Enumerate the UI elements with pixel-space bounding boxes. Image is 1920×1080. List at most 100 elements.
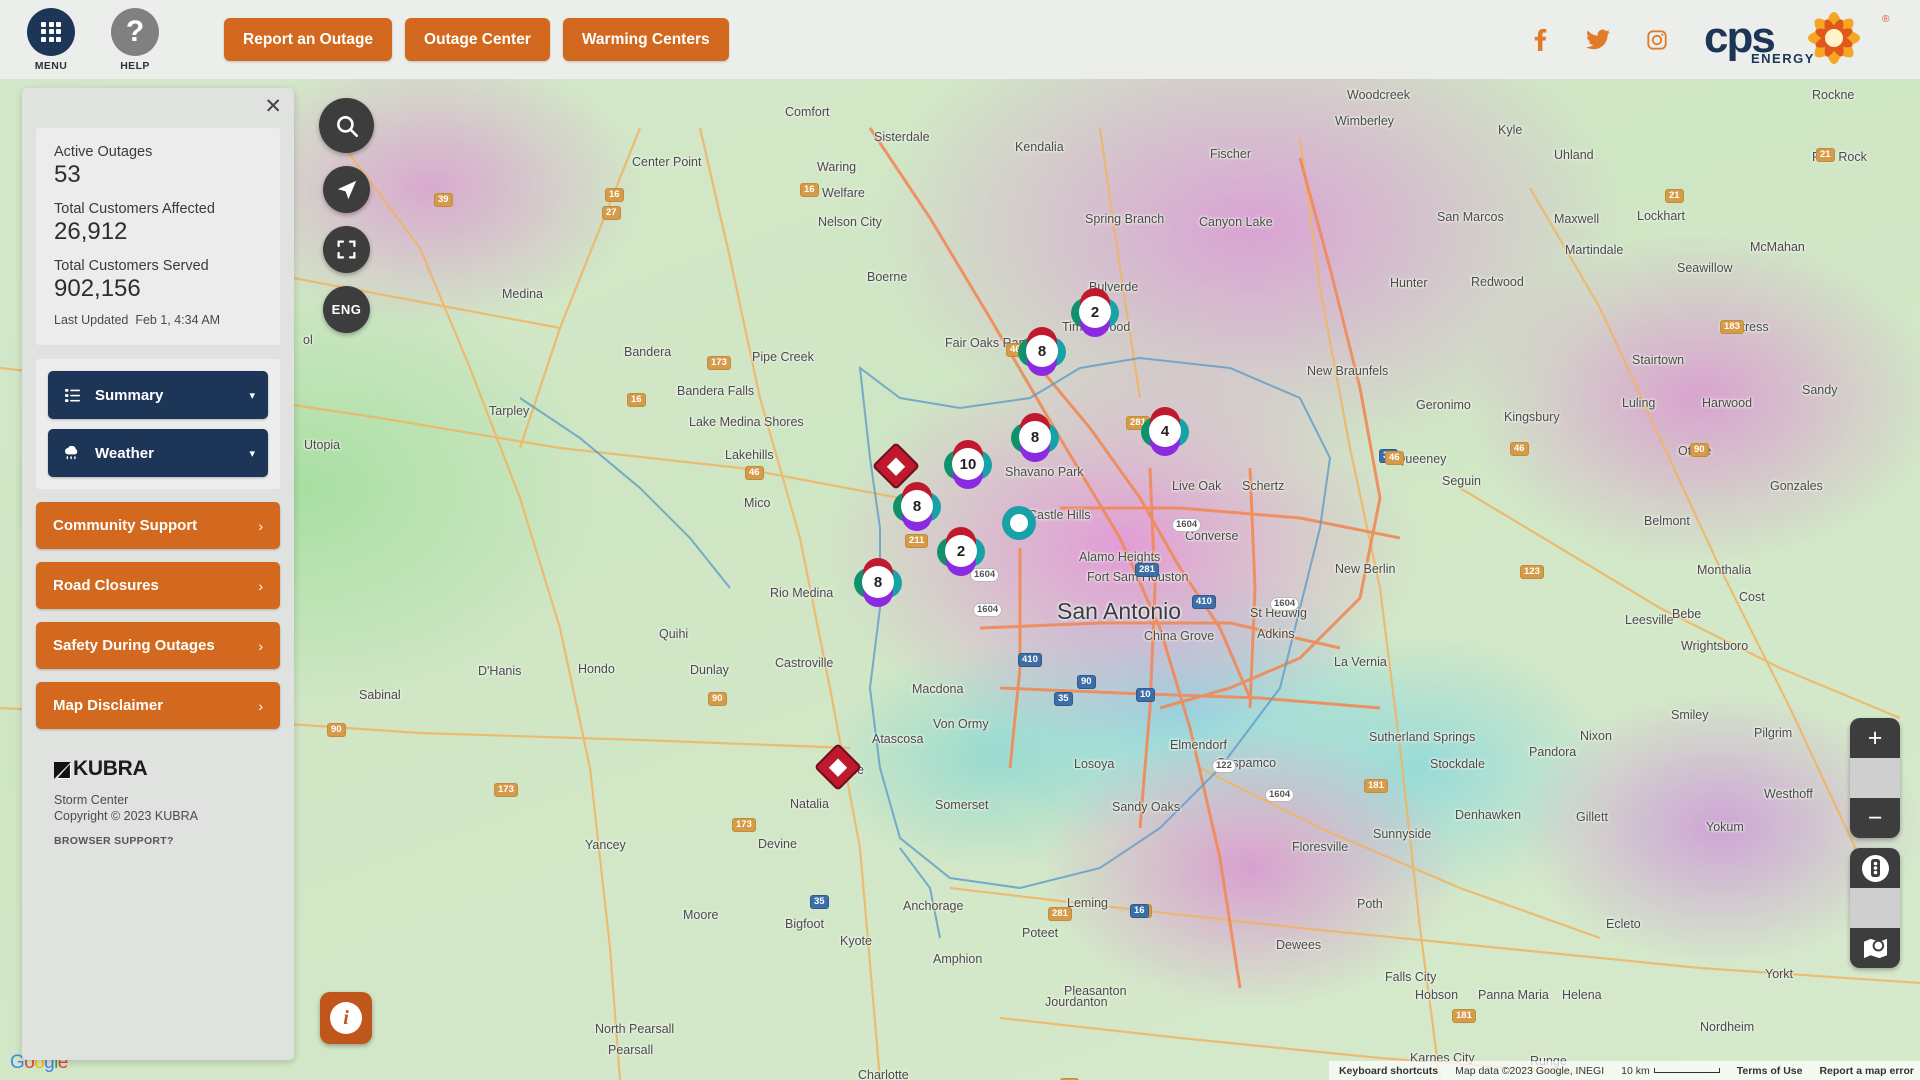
community-support-label: Community Support <box>53 517 198 534</box>
outage-cluster-marker[interactable]: 8 <box>1018 327 1066 376</box>
chevron-down-icon: ▾ <box>249 389 255 402</box>
diamond-shape <box>871 441 921 491</box>
zoom-out-button[interactable]: − <box>1850 798 1900 838</box>
route-shield: 46 <box>1510 442 1529 456</box>
outage-count: 8 <box>1026 335 1058 367</box>
sidebar-dropdowns: Summary ▾ Weather ▾ <box>36 359 280 489</box>
sidebar-item-map-disclaimer[interactable]: Map Disclaimer › <box>36 682 280 729</box>
traffic-light-icon[interactable] <box>1850 848 1900 888</box>
outage-cluster-marker[interactable]: 8 <box>1011 413 1059 462</box>
outage-map-page: Woodcreek Wimberley Kyle Fischer Uhland Siste… <box>0 0 1920 1080</box>
kubra-mark-icon <box>54 761 71 779</box>
outage-cluster-marker[interactable]: 4 <box>1141 407 1189 456</box>
warming-centers-button[interactable]: Warming Centers <box>562 18 729 61</box>
outage-count: 2 <box>1079 296 1111 328</box>
instagram-icon[interactable] <box>1646 29 1668 51</box>
zoom-in-button[interactable]: + <box>1850 718 1900 758</box>
outage-single-marker[interactable] <box>1002 506 1036 540</box>
route-shield: 46 <box>745 466 764 480</box>
browser-support-link[interactable]: BROWSER SUPPORT? <box>54 835 294 847</box>
layer-controls[interactable] <box>1850 848 1900 968</box>
road-closures-label: Road Closures <box>53 577 159 594</box>
route-shield: 410 <box>1192 595 1216 609</box>
list-icon <box>61 388 83 402</box>
locate-me-icon[interactable] <box>323 166 370 213</box>
kubra-wordmark: KUBRA <box>73 757 148 780</box>
sidebar-item-safety-during-outages[interactable]: Safety During Outages › <box>36 622 280 669</box>
twitter-icon[interactable] <box>1586 29 1610 50</box>
summary-dropdown[interactable]: Summary ▾ <box>48 371 268 419</box>
route-shield: 35 <box>810 895 829 909</box>
route-shield: 183 <box>1720 320 1744 334</box>
route-shield: 27 <box>602 206 621 220</box>
map-controls-right[interactable]: + − <box>1850 718 1900 968</box>
language-icon[interactable]: ENG <box>323 286 370 333</box>
cps-energy-logo: cps ENERGY ® <box>1704 10 1894 70</box>
report-an-outage-button[interactable]: Report an Outage <box>224 18 393 61</box>
scale-label: 10 km <box>1621 1064 1650 1077</box>
fullscreen-icon[interactable] <box>323 226 370 273</box>
route-shield: 16 <box>627 393 646 407</box>
menu-label: MENU <box>34 59 68 72</box>
last-updated: Last Updated Feb 1, 4:34 AM <box>54 313 262 327</box>
customers-affected-label: Total Customers Affected <box>54 201 215 217</box>
keyboard-shortcuts-link[interactable]: Keyboard shortcuts <box>1339 1065 1438 1077</box>
sidebar-panel: ✕ Active Outages 53 Total Customers Affe… <box>22 88 294 1060</box>
route-shield: 122 <box>1212 759 1236 773</box>
map-layers-icon[interactable] <box>1850 928 1900 968</box>
language-label: ENG <box>331 302 362 317</box>
facebook-icon[interactable] <box>1530 28 1550 51</box>
terms-of-use-link[interactable]: Terms of Use <box>1737 1065 1803 1077</box>
weather-dropdown[interactable]: Weather ▾ <box>48 429 268 477</box>
help-button[interactable]: ? HELP <box>104 7 166 72</box>
outage-count: 4 <box>1149 415 1181 447</box>
customers-served-value: 902,156 <box>54 275 141 302</box>
menu-button[interactable]: MENU <box>20 7 82 72</box>
close-icon[interactable]: ✕ <box>264 96 282 117</box>
copyright-text: Copyright © 2023 KUBRA <box>54 809 199 823</box>
map-info-button[interactable]: i <box>320 992 372 1044</box>
outage-cluster-marker[interactable]: 8 <box>893 482 941 531</box>
route-shield: 90 <box>1077 675 1096 689</box>
active-outages-value: 53 <box>54 161 81 188</box>
outage-area-marker[interactable] <box>813 742 863 792</box>
top-header: MENU ? HELP Report an Outage Outage Cent… <box>0 0 1920 79</box>
chevron-right-icon: › <box>258 637 263 654</box>
route-shield: 16 <box>800 183 819 197</box>
scale-bar <box>1653 1068 1720 1073</box>
route-shield: 16 <box>1130 904 1149 918</box>
route-shield: 123 <box>1520 565 1544 579</box>
chevron-right-icon: › <box>258 577 263 594</box>
weather-label: Weather <box>95 444 154 462</box>
outage-area-marker[interactable] <box>871 441 921 491</box>
outage-cluster-marker[interactable]: 2 <box>1071 288 1119 337</box>
zoom-controls[interactable]: + − <box>1850 718 1900 838</box>
outage-count: 8 <box>901 490 933 522</box>
header-actions: Report an Outage Outage Center Warming C… <box>224 18 729 61</box>
chevron-right-icon: › <box>258 697 263 714</box>
sidebar-item-community-support[interactable]: Community Support › <box>36 502 280 549</box>
svg-text:®: ® <box>1882 14 1890 25</box>
route-shield: 46 <box>1385 451 1404 465</box>
map-controls-left[interactable]: ENG <box>319 98 374 333</box>
route-shield: 39 <box>434 193 453 207</box>
outage-cluster-marker[interactable]: 10 <box>944 440 992 489</box>
outage-cluster-marker[interactable]: 8 <box>854 558 902 607</box>
route-shield: 1604 <box>1172 518 1202 532</box>
outage-cluster-marker[interactable]: 2 <box>937 527 985 576</box>
grid-menu-icon <box>27 7 75 56</box>
sidebar-footer: KUBRA Storm Center Copyright © 2023 KUBR… <box>54 757 294 847</box>
report-map-error-link[interactable]: Report a map error <box>1819 1065 1914 1077</box>
divider <box>1850 888 1900 928</box>
route-shield: 281 <box>1135 563 1159 577</box>
outage-count: 2 <box>945 535 977 567</box>
safety-during-outages-label: Safety During Outages <box>53 637 215 654</box>
info-icon: i <box>330 1002 362 1034</box>
search-icon[interactable] <box>319 98 374 153</box>
question-mark-icon: ? <box>111 7 159 56</box>
kubra-logo: KUBRA <box>54 757 294 781</box>
route-shield: 281 <box>1048 907 1072 921</box>
sidebar-item-road-closures[interactable]: Road Closures › <box>36 562 280 609</box>
outage-center-button[interactable]: Outage Center <box>405 18 550 61</box>
chevron-right-icon: › <box>258 517 263 534</box>
